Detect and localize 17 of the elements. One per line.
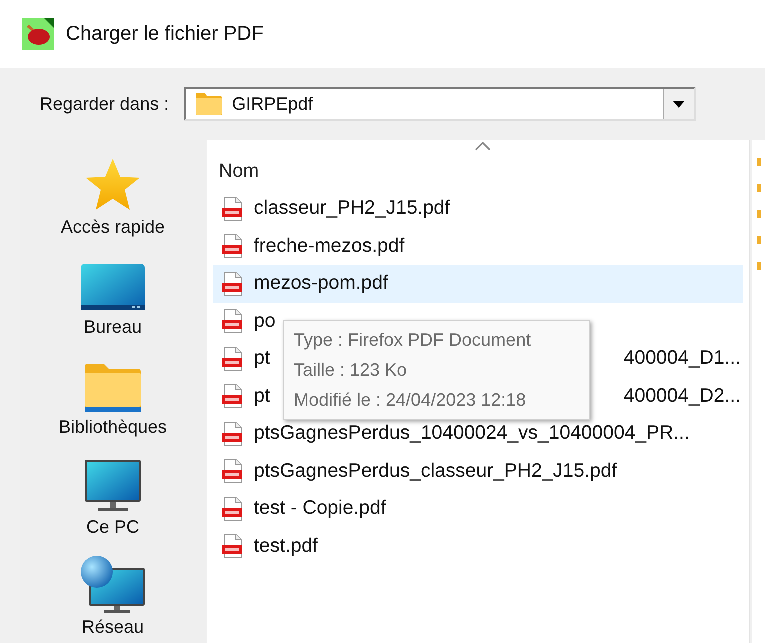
tooltip-line: Modifié le : 24/04/2023 12:18 xyxy=(294,389,528,412)
file-name: ptsGagnesPerdus_10400024_vs_10400004_PR... xyxy=(254,422,690,446)
file-name: 400004_D1... xyxy=(624,347,741,370)
file-name: freche-mezos.pdf xyxy=(254,234,405,258)
window-title: Charger le fichier PDF xyxy=(66,22,264,46)
tooltip-line: Type : Firefox PDF Document xyxy=(294,329,532,352)
file-name: test.pdf xyxy=(254,534,318,558)
file-name: po xyxy=(254,310,276,333)
file-name: ptsGagnesPerdus_classeur_PH2_J15.pdf xyxy=(254,460,618,483)
file-name: test - Copie.pdf xyxy=(254,497,386,520)
tooltip-line: Taille : 123 Ko xyxy=(294,359,408,382)
look-in-label: Regarder dans : xyxy=(40,94,170,114)
file-name: mezos-pom.pdf xyxy=(254,272,388,296)
file-name: 400004_D2... xyxy=(624,384,741,408)
file-name: pt xyxy=(254,347,270,370)
file-name: pt xyxy=(254,384,270,408)
file-name: classeur_PH2_J15.pdf xyxy=(254,197,450,220)
